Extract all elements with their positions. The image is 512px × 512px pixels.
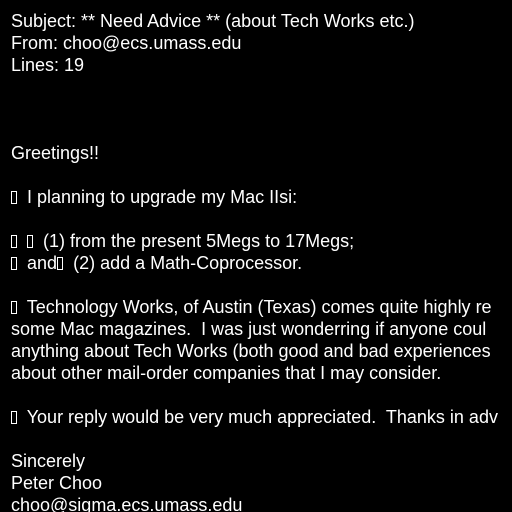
tab-glyph-icon bbox=[27, 235, 34, 248]
from-line: From: choo@ecs.umass.edu bbox=[11, 33, 242, 53]
step-1-line: (1) from the present 5Megs to 17Megs; bbox=[11, 230, 498, 252]
tab-glyph-icon bbox=[11, 301, 17, 314]
signature-name: Peter Choo bbox=[11, 473, 103, 493]
tab-glyph-icon bbox=[11, 411, 17, 424]
step-2-prefix: and bbox=[27, 253, 58, 273]
paragraph-line: anything about Tech Works (both good and… bbox=[11, 341, 491, 361]
subject-line: Subject: ** Need Advice ** (about Tech W… bbox=[11, 11, 415, 31]
email-text: Subject: ** Need Advice ** (about Tech W… bbox=[11, 10, 498, 512]
paragraph-line: Technology Works, of Austin (Texas) come… bbox=[11, 296, 498, 318]
paragraph-line: about other mail-order companies that I … bbox=[11, 363, 442, 383]
step-2-text: (2) add a Math-Coprocessor. bbox=[73, 253, 303, 273]
tab-glyph-icon bbox=[11, 235, 17, 248]
tab-glyph-icon bbox=[57, 257, 64, 270]
email-message-view: Subject: ** Need Advice ** (about Tech W… bbox=[0, 0, 512, 512]
lines-count-line: Lines: 19 bbox=[11, 55, 85, 75]
signature-address: choo@sigma.ecs.umass.edu bbox=[11, 495, 243, 512]
reply-text: Your reply would be very much appreciate… bbox=[26, 407, 498, 427]
reply-line: Your reply would be very much appreciate… bbox=[11, 406, 498, 428]
upgrade-intro-line: I planning to upgrade my Mac IIsi: bbox=[11, 186, 498, 208]
tab-glyph-icon bbox=[11, 257, 17, 270]
tab-glyph-icon bbox=[11, 191, 17, 204]
upgrade-intro-text: I planning to upgrade my Mac IIsi: bbox=[27, 187, 298, 207]
step-2-line: and (2) add a Math-Coprocessor. bbox=[11, 252, 498, 274]
closing-line: Sincerely bbox=[11, 451, 86, 471]
paragraph-line: some Mac magazines. I was just wonderrin… bbox=[11, 319, 487, 339]
greeting-line: Greetings!! bbox=[11, 143, 100, 163]
paragraph-line-1-text: Technology Works, of Austin (Texas) come… bbox=[26, 297, 492, 317]
step-1-text: (1) from the present 5Megs to 17Megs; bbox=[43, 231, 355, 251]
